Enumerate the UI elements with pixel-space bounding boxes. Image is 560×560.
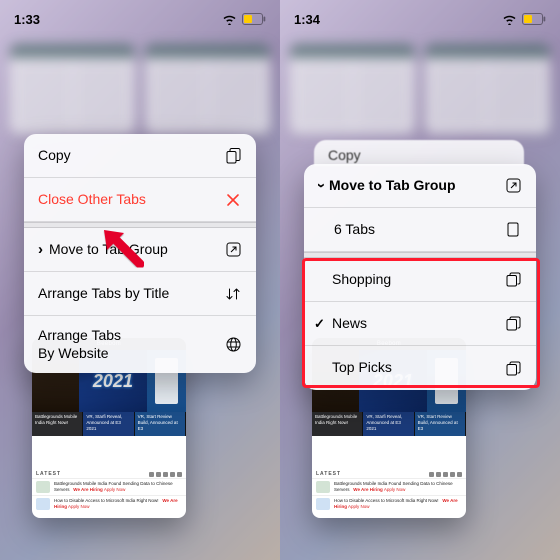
menu-item-arrange-by-title[interactable]: Arrange Tabs by Title <box>24 272 256 316</box>
tabs-icon <box>504 359 522 377</box>
battery-icon <box>242 13 266 25</box>
wifi-icon <box>502 14 517 25</box>
submenu-item-top-picks[interactable]: Top Picks <box>304 346 536 390</box>
menu-item-label: Top Picks <box>332 359 504 377</box>
social-icons <box>429 472 462 477</box>
chevron-right-icon: › <box>38 241 43 258</box>
tabs-icon <box>504 271 522 289</box>
menu-item-label: Move to Tab Group <box>329 177 504 195</box>
submenu-item-news[interactable]: News <box>304 302 536 346</box>
thumb-article: Battlegrounds Mobile India Found Sending… <box>32 478 186 495</box>
thumb-article: Battlegrounds Mobile India Found Sending… <box>312 478 466 495</box>
thumb-latest-label: LATEST <box>316 471 341 477</box>
menu-item-label: News <box>332 315 504 333</box>
globe-icon <box>224 336 242 354</box>
sort-icon <box>224 285 242 303</box>
battery-icon <box>522 13 546 25</box>
wifi-icon <box>222 14 237 25</box>
status-time: 1:34 <box>294 12 320 27</box>
social-icons <box>149 472 182 477</box>
thumb-latest-label: LATEST <box>36 471 61 477</box>
context-menu: Copy Close Other Tabs › Move to Tab Grou… <box>24 134 256 373</box>
status-bar: 1:34 <box>280 8 560 30</box>
thumb-cap: VR, Starfi Reveal, Announced at E3 2021 <box>363 412 414 436</box>
thumb-article: How to Disable Access to Microsoft India… <box>312 495 466 512</box>
thumb-cap: VR, Starfi Reveal, Announced at E3 2021 <box>83 412 134 436</box>
menu-item-copy[interactable]: Copy <box>24 134 256 178</box>
submenu-header-move-to-tab-group[interactable]: › Move to Tab Group <box>304 164 536 208</box>
tab-icon <box>504 221 522 239</box>
thumb-cap: VR, Start Review Build, Announced at E3 <box>135 412 186 436</box>
open-external-icon <box>504 177 522 195</box>
submenu-item-6-tabs[interactable]: 6 Tabs <box>304 208 536 252</box>
menu-item-label: Move to Tab Group <box>49 241 224 259</box>
menu-item-label: 6 Tabs <box>318 221 504 239</box>
thumb-cap: Battlegrounds Mobile India Right Now! <box>312 412 363 436</box>
phone-screenshot-left: 1:33 Copy Close Other Tabs <box>0 0 280 560</box>
blurred-tab-cards <box>290 44 550 134</box>
status-bar: 1:33 <box>0 8 280 30</box>
menu-item-label: Shopping <box>332 271 504 289</box>
menu-item-label: Close Other Tabs <box>38 191 224 209</box>
status-time: 1:33 <box>14 12 40 27</box>
thumb-cap: Battlegrounds Mobile India Right Now! <box>32 412 83 436</box>
menu-item-label: Copy <box>38 147 224 165</box>
tab-group-submenu: › Move to Tab Group 6 Tabs Shopping News <box>304 164 536 390</box>
menu-item-arrange-by-website[interactable]: Arrange Tabs By Website <box>24 316 256 373</box>
submenu-item-shopping[interactable]: Shopping <box>304 258 536 302</box>
phone-screenshot-right: 1:34 Copy › Move to Tab Group 6 Tabs <box>280 0 560 560</box>
thumb-cap: VR, Start Review Build, Announced at E3 <box>415 412 466 436</box>
menu-item-close-other-tabs[interactable]: Close Other Tabs <box>24 178 256 222</box>
close-icon <box>224 191 242 209</box>
menu-item-move-to-tab-group[interactable]: › Move to Tab Group <box>24 228 256 272</box>
menu-item-label: Arrange Tabs by Title <box>38 285 224 303</box>
chevron-down-icon: › <box>313 183 330 188</box>
tabs-icon <box>504 315 522 333</box>
thumb-article: How to Disable Access to Microsoft India… <box>32 495 186 512</box>
copy-icon <box>224 147 242 165</box>
open-external-icon <box>224 241 242 259</box>
menu-item-label: Arrange Tabs By Website <box>38 327 224 362</box>
menu-peek: Copy <box>314 140 524 166</box>
blurred-tab-cards <box>10 44 270 134</box>
